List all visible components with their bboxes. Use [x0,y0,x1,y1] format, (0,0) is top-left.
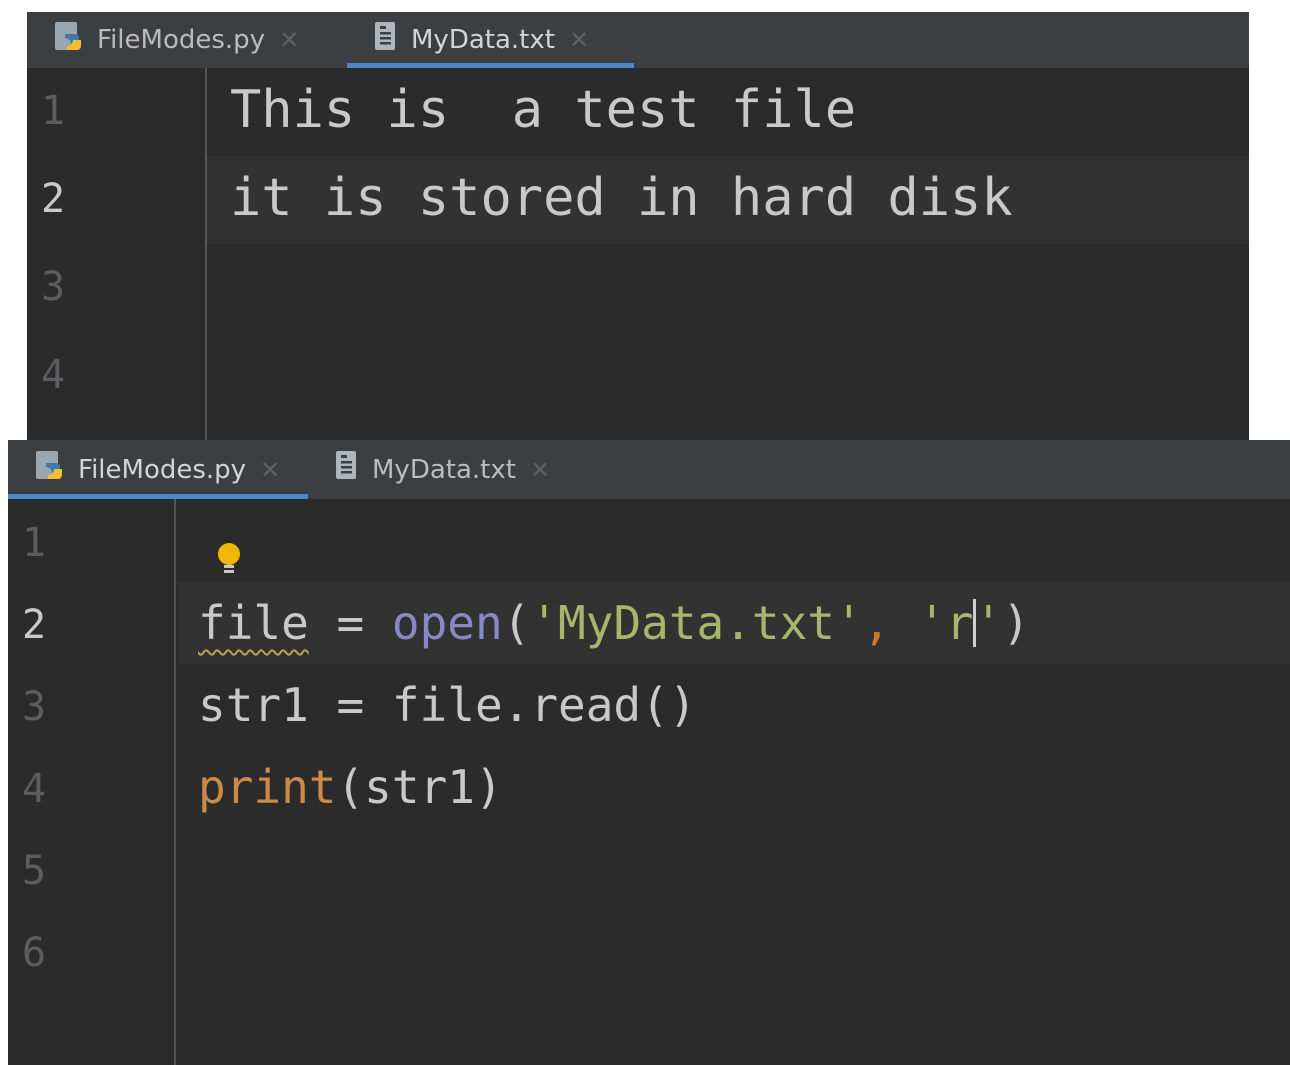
text-file-icon [332,449,362,490]
close-icon[interactable]: ✕ [260,456,280,484]
gutter-separator [205,68,207,440]
tab-label: MyData.txt [372,454,516,485]
code-line-3[interactable]: str1 = file.read() [198,678,697,732]
tab-filemodes-py[interactable]: FileModes.py ✕ [53,12,299,68]
line-number: 4 [41,352,66,398]
line-number: 6 [22,930,47,976]
tab-label: FileModes.py [97,25,266,55]
code-line[interactable]: This is a test file [230,80,856,140]
gutter-separator [174,499,176,1065]
line-number: 5 [22,848,47,894]
active-tab-indicator [347,63,634,68]
tab-mydata-txt[interactable]: MyData.txt ✕ [347,12,634,68]
active-tab-indicator [8,494,308,499]
code-line-4[interactable]: print(str1) [198,760,503,814]
unused-variable-warning: file [198,596,309,650]
code-line[interactable]: it is stored in hard disk [230,168,1013,228]
line-number: 2 [22,602,47,648]
line-number: 1 [22,520,47,566]
line-number: 3 [41,264,66,310]
builtin-print: print [198,760,337,814]
line-number: 2 [41,176,66,222]
close-icon[interactable]: ✕ [530,456,550,484]
line-number: 3 [22,684,47,730]
code-line-2[interactable]: file = open('MyData.txt', 'r') [198,596,1030,650]
line-number: 1 [41,88,66,134]
lightbulb-icon[interactable] [214,540,244,584]
bottom-editor-panel: FileModes.py ✕ MyData.txt ✕ 1 2 3 4 5 6 [8,440,1290,1065]
bottom-tab-bar: FileModes.py ✕ MyData.txt ✕ [8,440,1290,499]
line-number: 4 [22,766,47,812]
tab-mydata-txt[interactable]: MyData.txt ✕ [332,440,550,499]
string-literal: 'r [918,596,974,650]
tab-filemodes-py[interactable]: FileModes.py ✕ [8,440,308,499]
tab-label: FileModes.py [78,454,247,485]
string-literal: 'MyData.txt' [530,596,863,650]
text-file-icon [371,20,401,61]
python-file-icon [34,449,68,490]
builtin-open: open [391,596,503,650]
close-icon[interactable]: ✕ [569,26,589,54]
top-editor-panel: FileModes.py ✕ MyData.txt ✕ 1 2 3 4 This… [27,12,1249,440]
top-tab-bar: FileModes.py ✕ MyData.txt ✕ [27,12,1249,68]
python-file-icon [53,20,87,61]
close-icon[interactable]: ✕ [279,26,299,54]
tab-label: MyData.txt [411,25,555,55]
